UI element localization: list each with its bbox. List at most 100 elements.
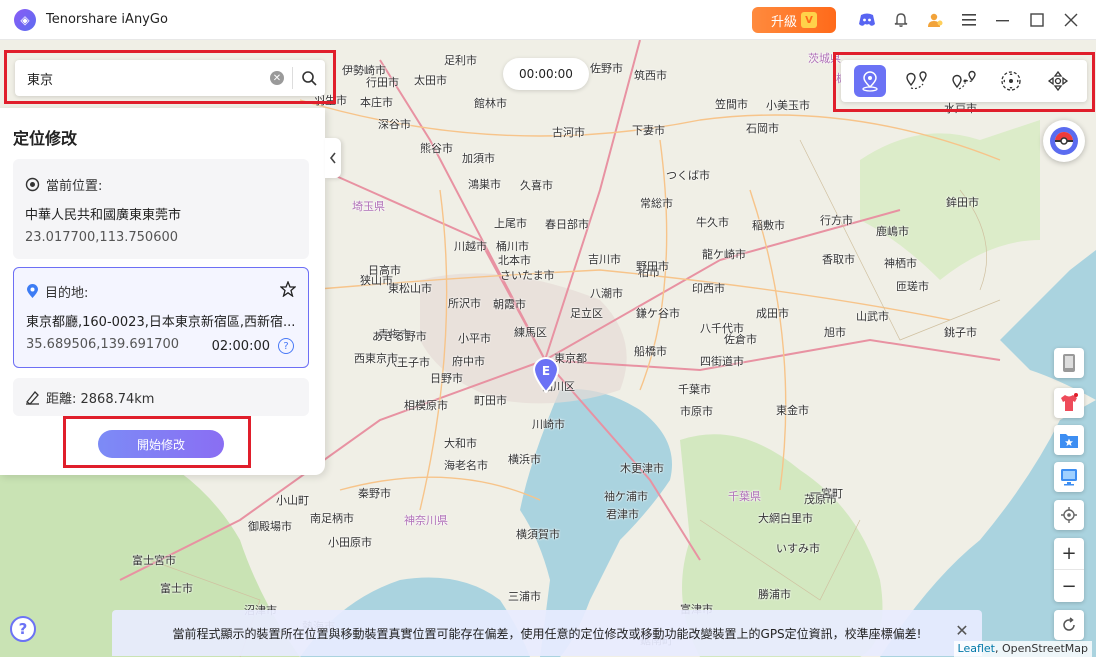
upgrade-button[interactable]: 升級 V [752,7,836,33]
help-circle-icon[interactable]: ? [278,338,294,354]
map-place-label: 練馬区 [514,326,547,339]
search-input[interactable] [15,70,270,86]
panel-title: 定位修改 [13,129,78,148]
zoom-out-button[interactable]: − [1054,570,1084,602]
locate-me-button[interactable] [1054,500,1084,530]
monitor-icon [1061,469,1077,486]
chevron-left-icon [329,152,336,164]
minimize-icon[interactable] [986,3,1020,37]
search-highlight-frame: ✕ [4,50,336,104]
phone-icon [1063,354,1075,372]
pokeball-button[interactable] [1043,120,1085,162]
zoom-control: + − [1054,538,1084,602]
map-place-label: 南足柄市 [310,512,354,525]
destination-pin[interactable]: E [531,355,561,394]
bell-icon[interactable] [884,3,918,37]
favorite-star-icon[interactable] [279,280,297,301]
panel-collapse-button[interactable] [325,138,341,178]
map-place-label: 大網白里市 [758,512,813,525]
search-box: ✕ [15,60,325,96]
leaflet-link[interactable]: Leaflet [958,642,995,655]
map-place-label: 匝瑳市 [896,280,929,293]
pin-letter: E [542,364,550,378]
map-place-label: 所沢市 [448,297,481,310]
map-place-label: 吉川市 [588,253,621,266]
clear-icon[interactable]: ✕ [270,71,284,85]
two-spot-mode-button[interactable] [901,65,933,97]
map-place-label: さいたま市 [500,269,555,282]
map-place-label: 袖ケ浦市 [604,490,648,503]
reset-button[interactable] [1054,610,1084,640]
map-place-label: 八潮市 [590,287,623,300]
app-logo-icon: ◈ [14,8,36,31]
map-place-label: 古河市 [552,126,585,139]
map-place-label: 熊谷市 [420,142,453,155]
destination-label: 目的地: [45,286,89,301]
start-highlight-frame: 開始修改 [63,416,251,468]
skin-button[interactable] [1054,388,1084,418]
user-account-icon[interactable] [918,3,952,37]
menu-icon[interactable] [952,3,986,37]
map-place-label: 西東京市 [354,352,398,365]
zoom-in-button[interactable]: + [1054,538,1084,570]
help-button[interactable]: ? [10,616,36,642]
map-place-label: 本庄市 [360,96,393,109]
map-place-label: 成田市 [756,307,789,320]
location-pin-icon [27,284,38,298]
map-place-label: 香取市 [822,253,855,266]
joystick-route-mode-button[interactable] [1042,65,1074,97]
map-place-label: 四街道市 [700,355,744,368]
map-place-label: 府中市 [452,355,485,368]
pokeball-icon [1050,127,1078,155]
map-place-label: 鴻巣市 [468,178,501,191]
notice-text: 當前程式顯示的裝置所在位置與移動裝置真實位置可能存在偏差，使用任意的定位修改或移… [172,626,922,641]
device-button[interactable] [1054,348,1084,378]
map-place-label: 行田市 [366,76,399,89]
notice-close-icon[interactable]: ✕ [952,620,972,640]
destination-duration: 02:00:00 [211,339,270,354]
maximize-icon[interactable] [1020,3,1054,37]
teleport-mode-button[interactable] [854,65,887,97]
map-place-label: 大和市 [444,437,477,450]
map-region-label: 埼玉県 [352,200,385,213]
ruler-icon [26,391,39,405]
star-folder-icon [1060,434,1078,448]
start-modify-button[interactable]: 開始修改 [98,430,224,458]
map-place-label: 深谷市 [378,118,411,131]
upgrade-label: 升級 [770,14,797,30]
map-place-label: 佐野市 [590,62,623,75]
map-place-label: 朝霞市 [493,298,526,311]
favorites-button[interactable] [1054,425,1084,455]
map-place-label: 富士市 [160,582,193,595]
map-place-label: 鹿嶋市 [876,225,909,238]
joystick-icon [1001,71,1021,91]
multi-spot-mode-button[interactable] [948,65,980,97]
map-place-label: 東金市 [776,404,809,417]
search-icon[interactable] [293,62,325,94]
map-place-label: 筑西市 [634,69,667,82]
map-place-label: 横須賀市 [516,528,560,541]
map-place-label: つくば市 [666,169,710,182]
tshirt-icon [1061,393,1078,411]
map-place-label: 常総市 [640,197,673,210]
joystick-mode-button[interactable] [995,65,1027,97]
map-place-label: 加須市 [462,152,495,165]
map-place-label: 春日部市 [545,218,589,231]
map-attribution: Leaflet, OpenStreetMap [953,641,1092,657]
close-icon[interactable] [1054,3,1088,37]
map-place-label: 久喜市 [520,179,553,192]
history-button[interactable] [1054,462,1084,492]
map-place-label: 横浜市 [508,453,541,466]
map-place-label: 御殿場市 [248,520,292,533]
two-spot-icon [906,71,927,90]
map-place-label: 八千代市 [700,322,744,335]
map-place-label: 石岡市 [746,122,779,135]
teleport-pin-icon [862,71,879,92]
discord-icon[interactable] [850,3,884,37]
map-place-label: 小平市 [458,332,491,345]
map-place-label: 稲敷市 [752,219,785,232]
destination-card[interactable]: 目的地: 東京都廳,160-0023,日本東京新宿區,西新宿... 35.689… [13,267,309,368]
map-place-label: 山武市 [856,310,889,323]
map-place-label: 一宮町 [810,487,843,500]
refresh-icon [1063,617,1075,631]
